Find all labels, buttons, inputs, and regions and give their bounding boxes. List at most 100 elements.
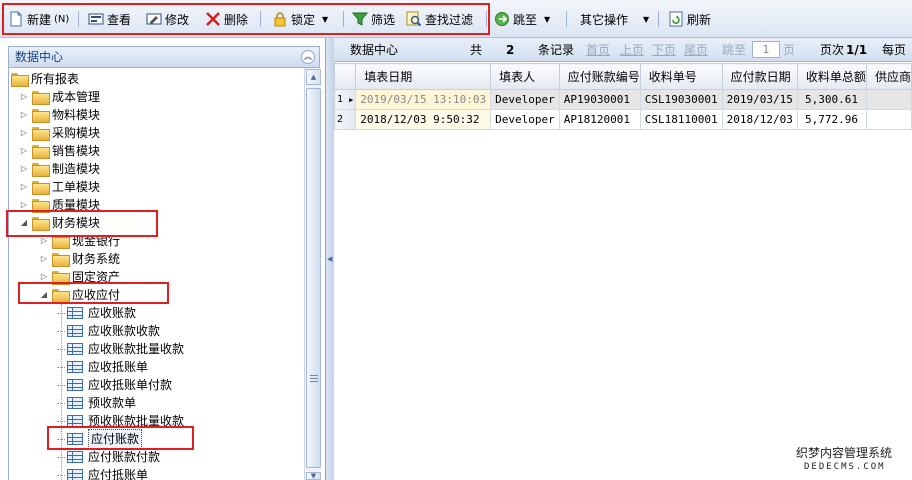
collapsed-triangle-icon[interactable]: ▷: [19, 124, 29, 142]
date-cell[interactable]: 2019/03/15 13:10:03: [355, 89, 492, 110]
column-header[interactable]: 供应商: [865, 63, 912, 90]
table-icon: [67, 433, 83, 445]
tree-node[interactable]: ▷ 工单模块: [19, 178, 100, 196]
jump-page-label[interactable]: 跳至: [722, 38, 746, 62]
tree-node[interactable]: 预收账款批量收款: [57, 412, 184, 430]
tree-node[interactable]: ▷ 销售模块: [19, 142, 100, 160]
amount-cell[interactable]: 5,772.96: [796, 109, 867, 130]
ap-no-cell[interactable]: AP18120001: [558, 109, 641, 130]
tree-node[interactable]: ◢ 财务模块: [19, 214, 100, 232]
tree-node[interactable]: ▷ 质量模块: [19, 196, 100, 214]
tree-node[interactable]: 应收抵账单: [57, 358, 148, 376]
filter-button[interactable]: 筛选: [352, 9, 395, 29]
view-button[interactable]: 查看: [88, 9, 131, 29]
tree-node[interactable]: ◢ 应收应付: [39, 286, 120, 304]
user-cell[interactable]: Developer: [490, 109, 560, 130]
tree-node[interactable]: ▷ 采购模块: [19, 124, 100, 142]
data-grid: 填表日期 填表人 应付账款编号 收料单号 应付款日期 收料单总额 供应商 1 ▶…: [333, 63, 912, 130]
collapsed-triangle-icon[interactable]: ▷: [19, 196, 29, 214]
row-index[interactable]: 2: [333, 109, 357, 130]
delete-button[interactable]: 删除: [205, 9, 248, 29]
prev-page-link[interactable]: 上页: [620, 38, 644, 62]
tree-node[interactable]: ▷ 固定资产: [39, 268, 120, 286]
ap-no-cell[interactable]: AP19030001: [558, 89, 641, 110]
tree-scrollbar[interactable]: ▲ ▼: [304, 68, 321, 480]
collapsed-triangle-icon[interactable]: ▷: [19, 160, 29, 178]
tree-node[interactable]: 应付抵账单: [57, 466, 148, 480]
date-cell[interactable]: 2018/12/03 9:50:32: [355, 109, 492, 130]
find-filter-button[interactable]: 查找过滤: [406, 9, 473, 29]
tree-node-label: 所有报表: [31, 72, 80, 86]
row-header-corner: [333, 63, 357, 90]
column-header[interactable]: 收料单总额: [796, 63, 867, 90]
collapsed-triangle-icon[interactable]: ▷: [39, 268, 49, 286]
tree-node-label: 采购模块: [52, 126, 101, 140]
tree-node[interactable]: 应收抵账单付款: [57, 376, 172, 394]
chevron-down-icon[interactable]: ▼: [544, 15, 550, 24]
collapsed-triangle-icon[interactable]: ▷: [39, 250, 49, 268]
column-header[interactable]: 应付账款编号: [558, 63, 641, 90]
table-icon: [67, 469, 83, 480]
tree-node[interactable]: 预收款单: [57, 394, 136, 412]
table-row[interactable]: 1 ▶ 2019/03/15 13:10:03 Developer AP1903…: [333, 89, 912, 110]
collapsed-triangle-icon[interactable]: ▷: [19, 178, 29, 196]
tree-node[interactable]: 应付账款: [57, 429, 143, 449]
scroll-down-icon[interactable]: ▼: [306, 472, 321, 480]
chevron-down-icon[interactable]: ▼: [643, 15, 649, 24]
due-date-cell[interactable]: 2019/03/15: [721, 89, 798, 110]
table-icon: [67, 397, 83, 409]
other-ops-button[interactable]: 其它操作 ▼: [580, 9, 649, 29]
user-cell[interactable]: Developer: [490, 89, 560, 110]
chevron-down-icon[interactable]: ▼: [322, 15, 328, 24]
column-header[interactable]: 填表人: [490, 63, 560, 90]
new-button[interactable]: 新建 (N): [8, 9, 69, 29]
scroll-up-icon[interactable]: ▲: [306, 69, 321, 85]
supplier-cell[interactable]: [865, 89, 912, 110]
tree-node[interactable]: ▷ 物料模块: [19, 106, 100, 124]
column-header[interactable]: 应付款日期: [721, 63, 798, 90]
table-row[interactable]: 2 2018/12/03 9:50:32 Developer AP1812000…: [333, 109, 912, 130]
delete-x-icon: [205, 11, 221, 27]
refresh-button[interactable]: 刷新: [668, 9, 711, 29]
jump-button[interactable]: 跳至 ▼: [494, 9, 550, 29]
next-page-link[interactable]: 下页: [652, 38, 676, 62]
watermark-url: DEDECMS.COM: [804, 462, 886, 472]
tree-node[interactable]: ▷ 财务系统: [39, 250, 120, 268]
scroll-thumb[interactable]: [306, 88, 321, 468]
last-page-link[interactable]: 尾页: [684, 38, 708, 62]
collapsed-triangle-icon[interactable]: ▷: [19, 142, 29, 160]
lock-button[interactable]: 锁定 ▼: [272, 9, 328, 29]
collapsed-triangle-icon[interactable]: ▷: [39, 232, 49, 250]
tree-node[interactable]: ▷ 制造模块: [19, 160, 100, 178]
folder-icon: [32, 199, 50, 213]
collapsed-triangle-icon[interactable]: ▷: [19, 106, 29, 124]
tree-node-label: 应收账款: [88, 306, 137, 320]
page-number-input[interactable]: 1: [752, 41, 780, 58]
expanded-triangle-icon[interactable]: ◢: [39, 286, 49, 304]
receipt-no-cell[interactable]: CSL18110001: [639, 109, 723, 130]
due-date-cell[interactable]: 2018/12/03: [721, 109, 798, 130]
amount-cell[interactable]: 5,300.61: [796, 89, 867, 110]
panel-splitter[interactable]: ◀: [326, 38, 334, 480]
row-index[interactable]: 1 ▶: [333, 89, 357, 110]
toolbar-separator: [343, 11, 344, 27]
splitter-arrow-icon[interactable]: ◀: [327, 255, 332, 263]
column-header[interactable]: 填表日期: [355, 63, 492, 90]
receipt-no-cell[interactable]: CSL19030001: [639, 89, 723, 110]
tree-node-label: 应收账款批量收款: [88, 342, 185, 356]
collapsed-triangle-icon[interactable]: ▷: [19, 88, 29, 106]
tree-node[interactable]: 应收账款收款: [57, 322, 160, 340]
tree-node[interactable]: 应收账款批量收款: [57, 340, 184, 358]
tree-node[interactable]: 所有报表: [11, 70, 79, 88]
tree-node-label: 固定资产: [72, 270, 121, 284]
column-header[interactable]: 收料单号: [639, 63, 723, 90]
supplier-cell[interactable]: [865, 109, 912, 130]
tree-node[interactable]: ▷ 成本管理: [19, 88, 100, 106]
edit-button[interactable]: 修改: [146, 9, 189, 29]
tree-node[interactable]: ▷ 现金银行: [39, 232, 120, 250]
expanded-triangle-icon[interactable]: ◢: [19, 214, 29, 232]
first-page-link[interactable]: 首页: [586, 38, 610, 62]
collapse-up-icon[interactable]: ︽: [301, 50, 315, 64]
tree-node[interactable]: 应收账款: [57, 304, 136, 322]
tree-node[interactable]: 应付账款付款: [57, 448, 160, 466]
